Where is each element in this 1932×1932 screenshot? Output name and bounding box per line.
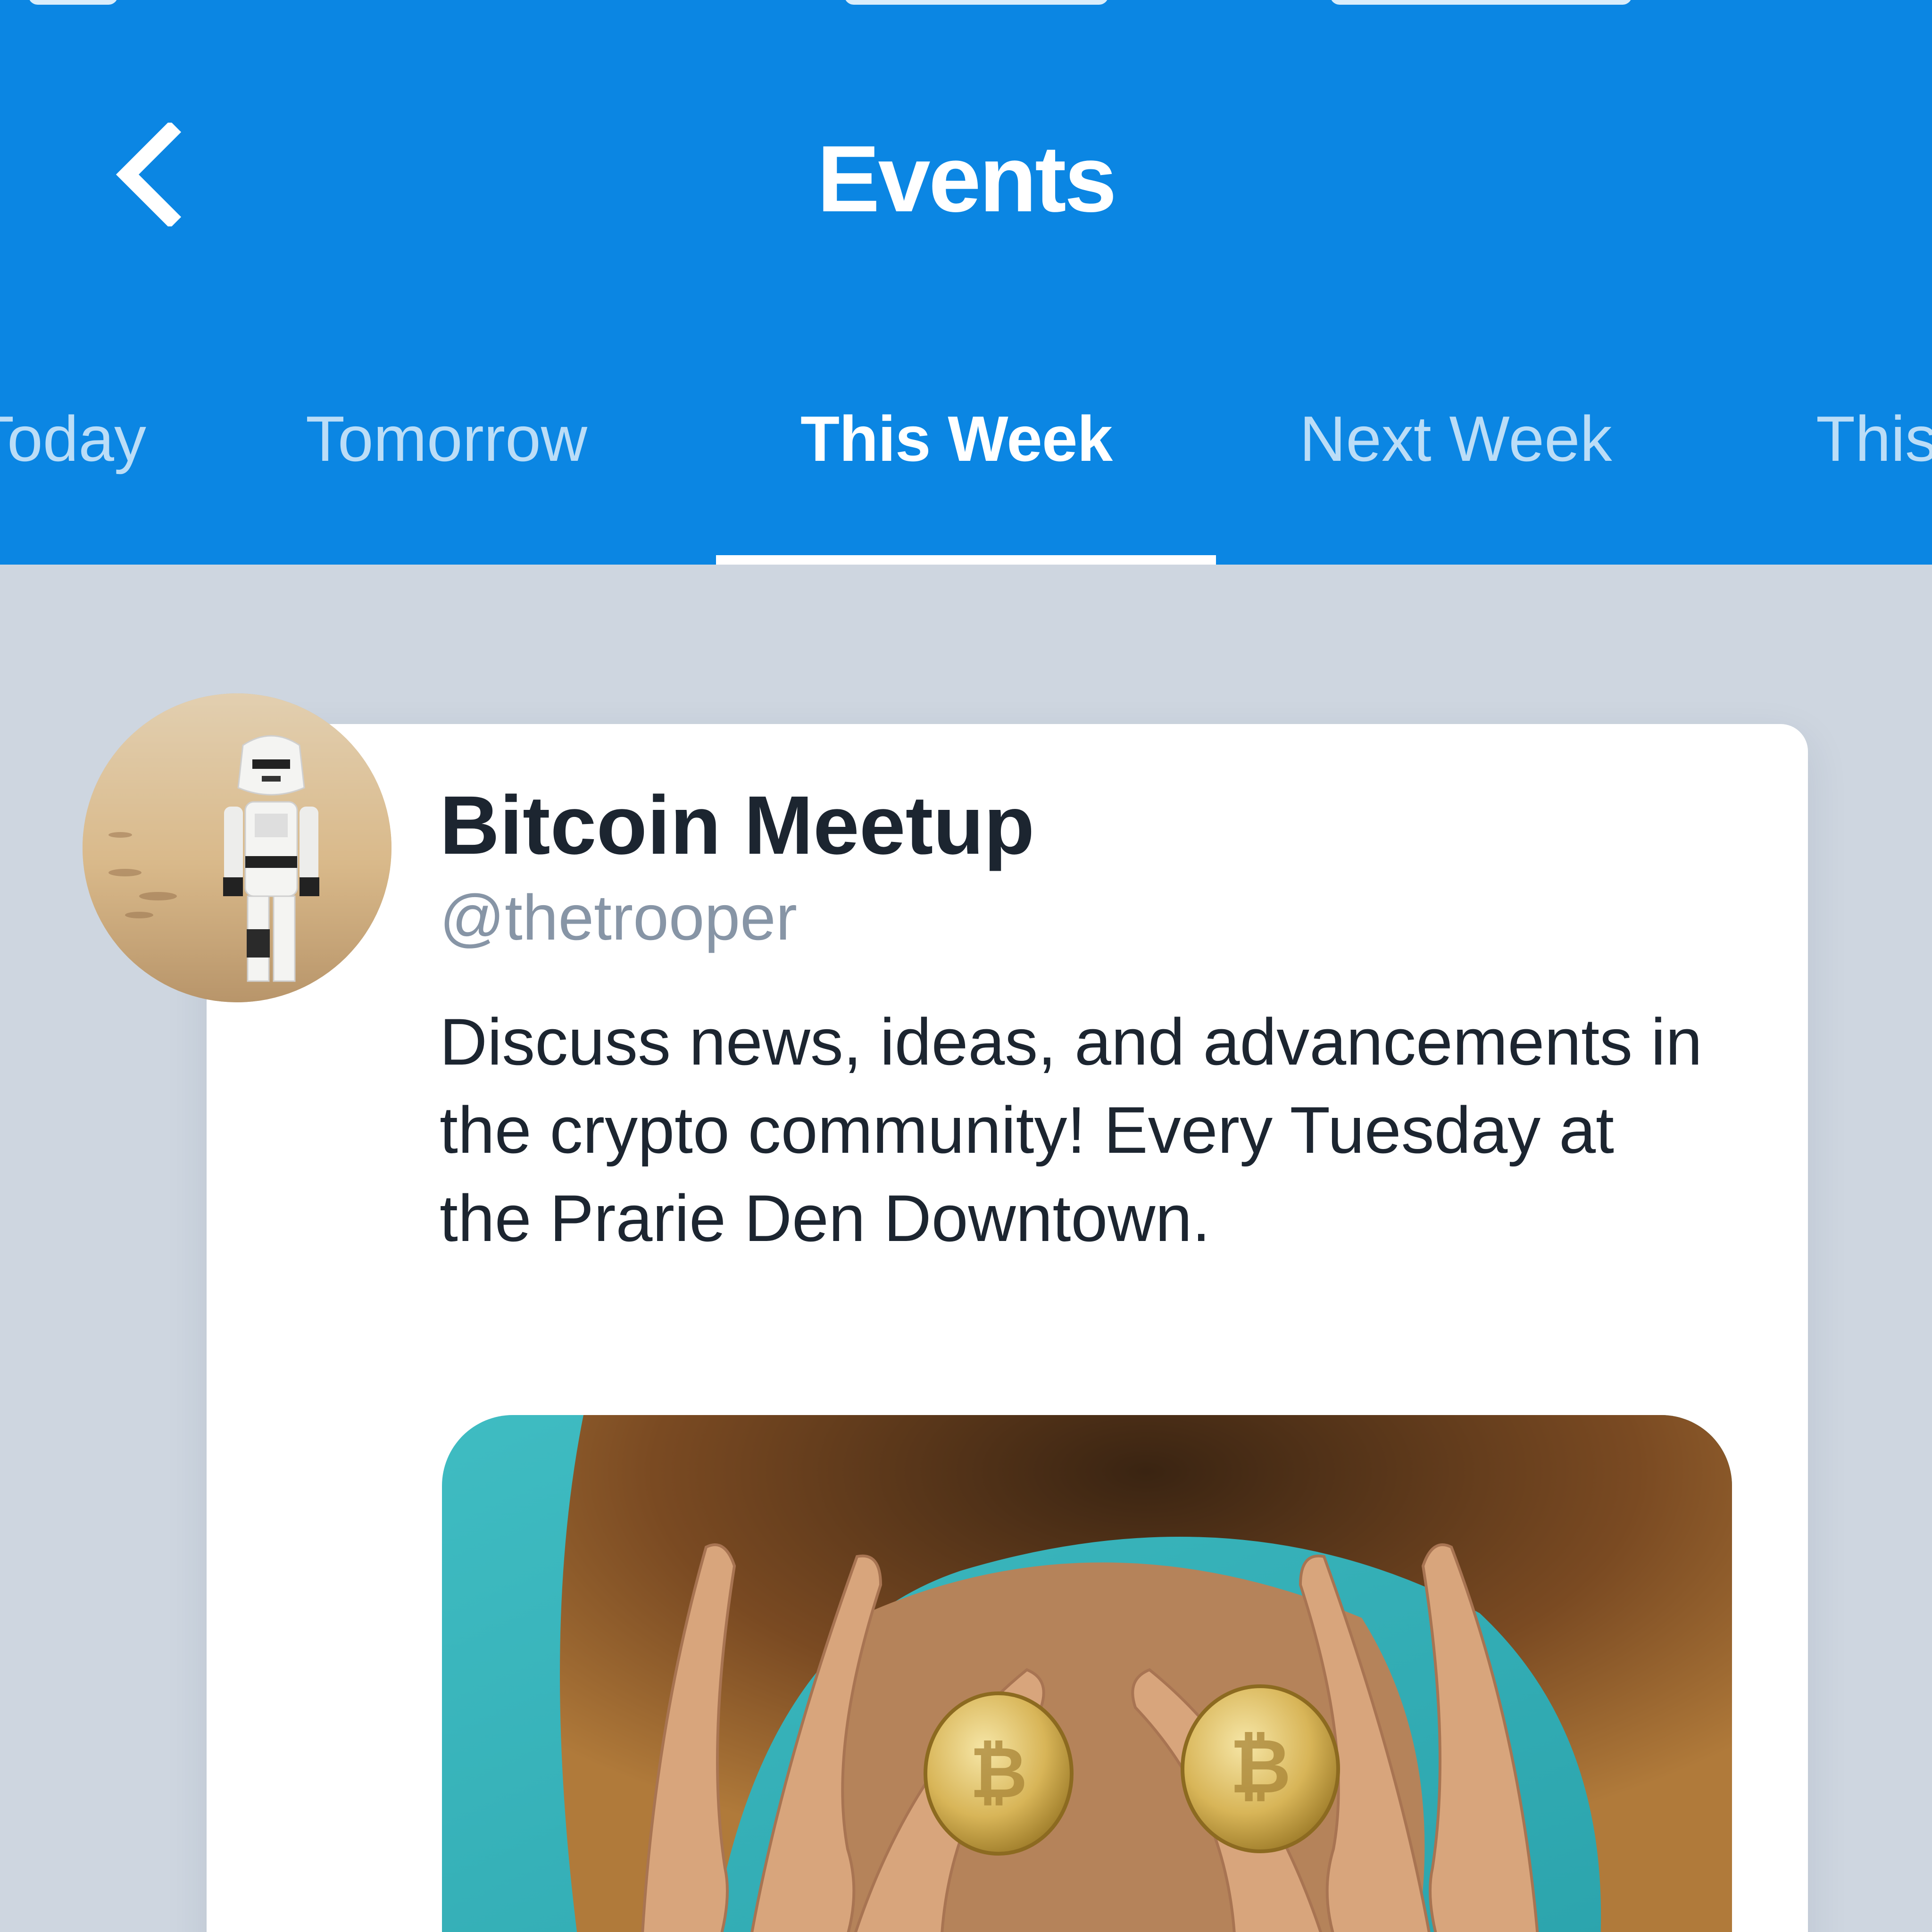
stormtrooper-avatar[interactable] (83, 693, 391, 1002)
bitcoin-coins-photo[interactable]: ₿ ₿ (442, 1415, 1732, 1932)
event-title[interactable]: Bitcoin Meetup (440, 774, 1034, 877)
tab-today[interactable]: Today (0, 396, 146, 481)
active-tab-indicator (716, 555, 1216, 565)
app-header: Events Today Tomorrow This Week Next Wee… (0, 0, 1932, 565)
event-description: Discuss news, ideas, and advancements in… (440, 1005, 1702, 1255)
tab-this-week[interactable]: This Week (800, 396, 1113, 481)
tab-tomorrow[interactable]: Tomorrow (306, 396, 587, 481)
event-handle[interactable]: @thetrooper (440, 875, 797, 960)
signal-icon (28, 0, 118, 5)
svg-text:₿: ₿ (1230, 1722, 1291, 1810)
tab-bar: Today Tomorrow This Week Next Week This (0, 396, 1932, 565)
svg-text:₿: ₿ (970, 1732, 1027, 1814)
status-bar (0, 0, 1932, 9)
avatar-image (83, 693, 391, 1002)
status-time (844, 0, 1108, 5)
page-title: Events (817, 126, 1117, 232)
events-screen: Events Today Tomorrow This Week Next Wee… (0, 0, 1932, 1932)
status-indicators (1330, 0, 1632, 5)
event-photo: ₿ ₿ (442, 1415, 1732, 1932)
tab-next-week[interactable]: Next Week (1299, 396, 1612, 481)
tab-this[interactable]: This (1816, 396, 1932, 481)
